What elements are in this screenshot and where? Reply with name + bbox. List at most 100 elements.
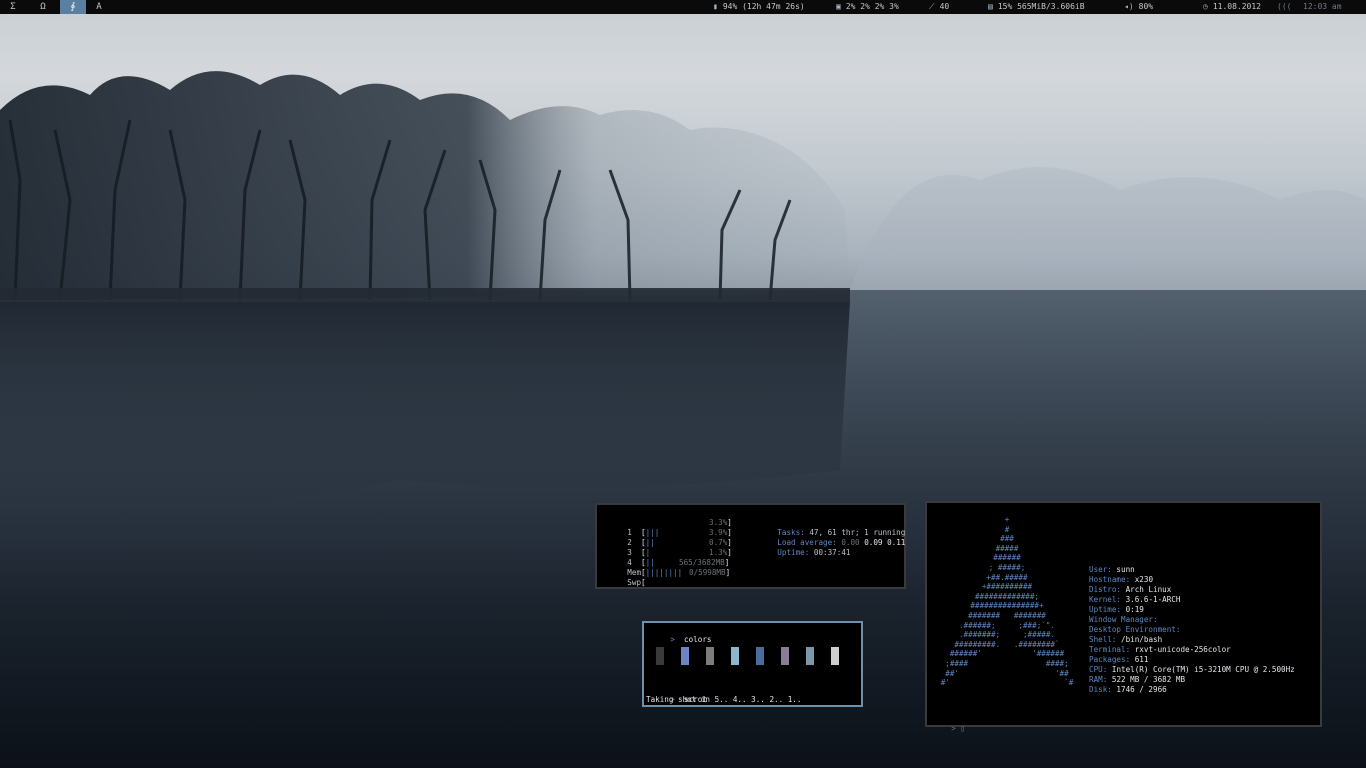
cpu-meter-pct: 1.3%] <box>709 548 732 557</box>
swap-meter-value: 0/5998MB] <box>689 568 731 577</box>
logo-line: ####### ####### <box>968 611 1046 620</box>
system-info-line: CPU: Intel(R) Core(TM) i5-3210M CPU @ 2.… <box>1089 665 1295 675</box>
scrot-output: Taking shot in 5.. 4.. 3.. 2.. 1.. <box>646 695 802 704</box>
logo-line: ;#### ####; <box>945 659 1069 668</box>
color-swatch <box>806 647 814 665</box>
info-value: Arch Linux <box>1121 585 1172 594</box>
logo-line: .######; ;###;`". <box>958 620 1055 630</box>
system-info-line: Terminal: rxvt-unicode-256color <box>1089 645 1231 655</box>
logo-line: +##.##### <box>986 572 1028 582</box>
info-key: Packages: <box>1089 655 1131 664</box>
workspace-3[interactable]: ∮ <box>60 0 86 14</box>
color-swatch <box>656 647 664 665</box>
prompt-line: > ▯ <box>933 714 965 744</box>
logo-line: ###### <box>993 553 1021 563</box>
cpu-icon: ▣ <box>836 2 841 11</box>
memory-text: 15% 565MiB/3.606iB <box>997 2 1085 11</box>
logo-line: ; #####; <box>988 563 1026 572</box>
cursor: ▯ <box>960 724 966 733</box>
system-info-line: Kernel: 3.6.6-1-ARCH <box>1089 595 1180 605</box>
cpu-meter-pct: 3.3%] <box>709 518 732 527</box>
system-info-line: Desktop Environment: <box>1089 625 1180 635</box>
cpu-meter-pct: 3.9%] <box>709 528 732 537</box>
status-bar: Σ Ω ∮ A ▮ 94% (12h 47m 26s) ▣ 2% 2% 2% 3% … <box>0 0 1366 14</box>
logo-line: .#######; ;#####. <box>958 630 1055 640</box>
temperature-status: ⟋ 40 <box>929 0 949 14</box>
info-key: Terminal: <box>1089 645 1131 654</box>
color-swatch <box>756 647 764 665</box>
system-info-line: Packages: 611 <box>1089 655 1148 665</box>
info-value: 522 MB / 3682 MB <box>1107 675 1186 684</box>
bar-separator: ((( <box>1277 2 1292 11</box>
logo-line: + <box>1004 515 1010 524</box>
date-text: 11.08.2012 <box>1212 2 1261 11</box>
system-info-line: Distro: Arch Linux <box>1089 585 1171 595</box>
logo-line: #' `# <box>940 678 1074 688</box>
color-swatch <box>706 647 714 665</box>
info-value: /bin/bash <box>1116 635 1163 644</box>
info-key: Shell: <box>1089 635 1117 644</box>
system-info-line: Uptime: 0:19 <box>1089 605 1144 615</box>
date-status: ◷ 11.08.2012 <box>1203 0 1261 14</box>
info-value: x230 <box>1130 575 1154 584</box>
info-value: 0:19 <box>1121 605 1144 614</box>
logo-line: ### <box>1000 534 1014 544</box>
info-value: Intel(R) Core(TM) i5-3210M CPU @ 2.500Hz <box>1107 665 1295 674</box>
volume-text: 80% <box>1138 2 1154 11</box>
info-key: Desktop Environment: <box>1089 625 1181 634</box>
workspace-2[interactable]: Ω <box>30 0 56 14</box>
info-value: sunn <box>1111 565 1135 574</box>
memory-status: ▤ 15% 565MiB/3.606iB <box>988 0 1085 14</box>
info-value: 3.6.6-1-ARCH <box>1121 595 1181 604</box>
logo-line: +########## <box>981 582 1033 592</box>
info-key: Kernel: <box>1089 595 1122 604</box>
archey-terminal[interactable]: + # ### ##### ######; #####; +##.##### +######… <box>925 501 1322 733</box>
htop-terminal[interactable]: 1 [||| 3.3%] 2 [|| 3.9%] 3 [| 0.7%] 4 [|… <box>595 503 906 589</box>
system-info-line: Shell: /bin/bash <box>1089 635 1162 645</box>
swap-meter-row: Swp[ <box>627 578 646 587</box>
logo-line: # <box>1004 524 1010 534</box>
info-key: User: <box>1089 565 1112 574</box>
logo-line: #########. .########` <box>954 639 1060 649</box>
prompt-icon: > <box>951 724 956 733</box>
logo-line: ###############+ <box>970 601 1044 611</box>
speaker-icon: ◂) <box>1124 2 1134 11</box>
uptime-line: Uptime: 00:37:41 <box>777 548 851 557</box>
info-key: RAM: <box>1089 675 1108 684</box>
info-key: Window Manager: <box>1089 615 1158 624</box>
mem-meter-value: 565/3682MB] <box>679 558 730 567</box>
workspace-4[interactable]: A <box>86 0 112 14</box>
cpu-meter-pct: 0.7%] <box>709 538 732 547</box>
battery-status: ▮ 94% (12h 47m 26s) <box>713 0 805 14</box>
info-key: Disk: <box>1089 685 1112 694</box>
volume-status[interactable]: ◂) 80% <box>1124 0 1153 14</box>
system-info-line: Disk: 1746 / 2966 <box>1089 685 1167 695</box>
logo-line: ##' '## <box>945 668 1069 678</box>
thermometer-icon: ⟋ <box>929 2 935 11</box>
info-value: 611 <box>1130 655 1149 664</box>
logo-line: ##### <box>995 543 1019 553</box>
info-value: 1746 / 2966 <box>1111 685 1167 694</box>
color-swatch <box>781 647 789 665</box>
info-key: Distro: <box>1089 585 1122 594</box>
time-text: 12:03 am <box>1303 2 1342 11</box>
system-info-line: User: sunn <box>1089 565 1135 575</box>
info-key: CPU: <box>1089 665 1108 674</box>
battery-icon: ▮ <box>713 2 718 11</box>
color-swatch <box>831 647 839 665</box>
info-value: rxvt-unicode-256color <box>1130 645 1231 654</box>
info-key: Hostname: <box>1089 575 1131 584</box>
cpu-text: 2% 2% 2% 3% <box>845 2 899 11</box>
logo-line: #############; <box>974 591 1039 601</box>
clock-icon: ◷ <box>1203 2 1208 11</box>
workspace-1[interactable]: Σ <box>0 0 26 14</box>
system-info-line: Hostname: x230 <box>1089 575 1153 585</box>
system-info-line: Window Manager: <box>1089 615 1158 625</box>
info-key: Uptime: <box>1089 605 1122 614</box>
memory-icon: ▤ <box>988 2 993 11</box>
colors-terminal[interactable]: > colors > scrot Taking shot in 5.. 4.. … <box>642 621 863 707</box>
prompt-icon: > <box>670 635 675 644</box>
temperature-text: 40 <box>939 2 950 11</box>
logo-line: ######' '###### <box>949 649 1065 659</box>
system-info-line: RAM: 522 MB / 3682 MB <box>1089 675 1185 685</box>
